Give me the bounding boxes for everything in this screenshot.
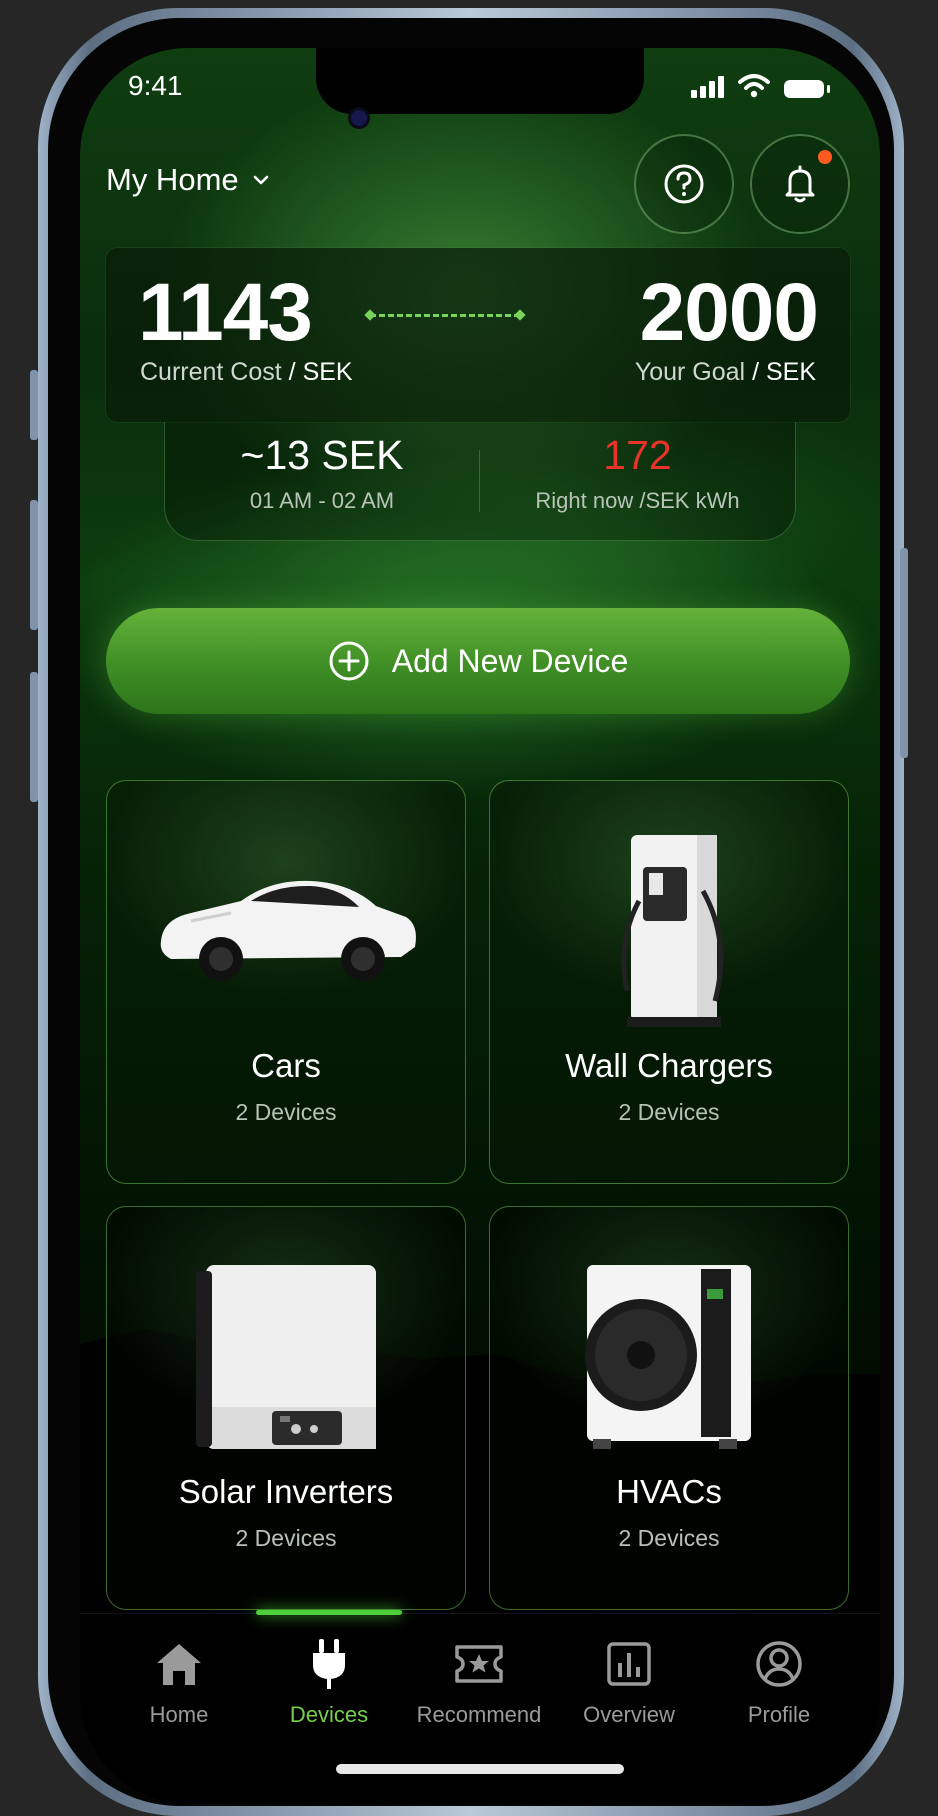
device-title: HVACs [616, 1473, 722, 1510]
ticket-star-icon [455, 1645, 503, 1683]
tab-bar-divider [80, 1613, 880, 1614]
tab-label: Profile [747, 1702, 811, 1727]
wall-charger-image [490, 831, 848, 1031]
status-icons [691, 74, 830, 98]
tab-overview[interactable]: Overview [554, 1636, 704, 1728]
chevron-down-icon [253, 175, 268, 185]
device-card-wall-chargers[interactable]: Wall Chargers 2 Devices [489, 780, 849, 1184]
device-title: Solar Inverters [178, 1473, 394, 1510]
battery-icon [784, 80, 830, 98]
progress-dashed-line [370, 314, 520, 317]
tab-home[interactable]: Home [104, 1636, 254, 1728]
active-tab-indicator [256, 1610, 402, 1615]
add-new-device-label: Add New Device [391, 642, 629, 679]
tab-label: Overview [583, 1702, 675, 1727]
tab-label: Home [149, 1702, 209, 1727]
tab-devices[interactable]: Devices [254, 1636, 404, 1728]
tab-label: Devices [289, 1702, 369, 1727]
current-price-label: Right now /SEK kWh [535, 488, 740, 513]
estimate-value: ~13 SEK [240, 432, 404, 478]
plus-circle-icon [329, 641, 369, 681]
help-button[interactable] [634, 134, 734, 234]
device-card-hvacs[interactable]: HVACs 2 Devices [489, 1206, 849, 1610]
wifi-icon [738, 74, 770, 98]
power-button [900, 548, 908, 758]
home-name: My Home [106, 162, 239, 197]
dynamic-notch [316, 48, 644, 114]
current-cost-value: 1143 [138, 267, 313, 358]
hvac-image [490, 1257, 848, 1457]
device-count: 2 Devices [235, 1099, 337, 1125]
time-window: 01 AM - 02 AM [249, 488, 395, 513]
bar-chart-icon [607, 1642, 651, 1686]
current-price-value: 172 [603, 432, 672, 478]
current-cost-label: Current Cost / SEK [140, 358, 353, 386]
device-count: 2 Devices [235, 1525, 337, 1551]
cost-summary-card: 1143 Current Cost / SEK 2000 Your Goal /… [106, 248, 850, 422]
user-circle-icon [756, 1641, 802, 1687]
car-image [107, 821, 465, 1031]
home-indicator[interactable] [336, 1764, 624, 1774]
goal-cost-value: 2000 [639, 267, 819, 358]
app-screen: 9:41 My Home 1143 Current Cost / SEK 200… [80, 48, 880, 1804]
bell-icon [785, 165, 815, 203]
add-new-device-button[interactable]: Add New Device [106, 608, 850, 714]
status-time: 9:41 [128, 70, 183, 101]
device-count: 2 Devices [618, 1525, 720, 1551]
goal-cost-label: Your Goal / SEK [634, 358, 816, 386]
home-selector[interactable]: My Home [106, 162, 269, 198]
silent-switch [30, 370, 38, 440]
volume-down-button [30, 672, 38, 802]
tab-profile[interactable]: Profile [704, 1636, 854, 1728]
device-title: Cars [251, 1047, 321, 1084]
notification-badge [818, 150, 832, 164]
help-icon [664, 164, 704, 204]
cellular-signal-icon [691, 76, 724, 98]
volume-up-button [30, 500, 38, 630]
notifications-button[interactable] [750, 134, 850, 234]
home-icon [157, 1644, 201, 1685]
device-count: 2 Devices [618, 1099, 720, 1125]
solar-inverter-image [107, 1257, 465, 1457]
front-camera [351, 110, 367, 126]
tab-recommend[interactable]: Recommend [404, 1636, 554, 1728]
device-card-solar-inverters[interactable]: Solar Inverters 2 Devices [106, 1206, 466, 1610]
device-card-cars[interactable]: Cars 2 Devices [106, 780, 466, 1184]
plug-icon [313, 1639, 345, 1689]
tab-label: Recommend [416, 1702, 542, 1727]
rate-info-card: ~13 SEK 01 AM - 02 AM 172 Right now /SEK… [164, 422, 796, 541]
device-title: Wall Chargers [565, 1047, 773, 1084]
